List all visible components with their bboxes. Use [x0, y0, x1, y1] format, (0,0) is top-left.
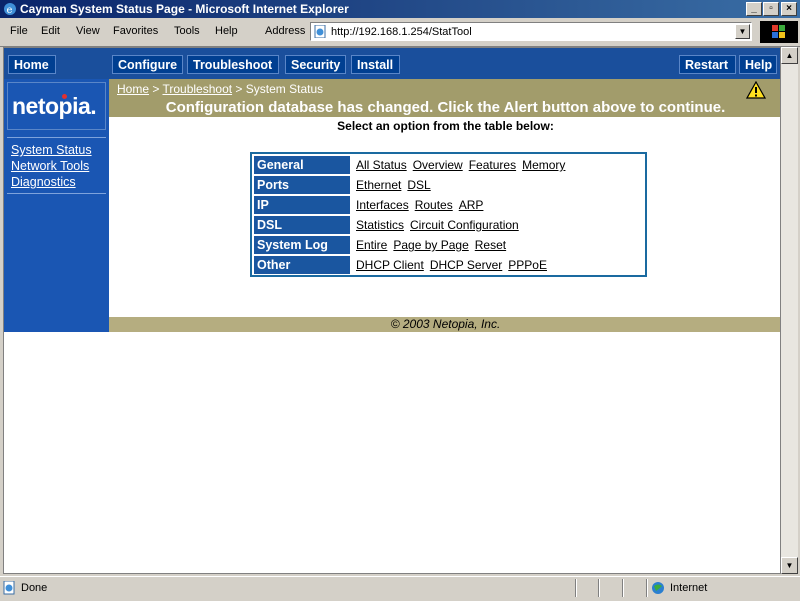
nav-help-button[interactable]: Help [739, 55, 777, 74]
window-title: Cayman System Status Page - Microsoft In… [20, 2, 349, 16]
sidebar-item-system-status[interactable]: System Status [11, 143, 92, 157]
top-nav: Home Configure Troubleshoot Security Ins… [4, 48, 780, 79]
instruction-text: Select an option from the table below: [337, 119, 554, 133]
svg-text:e: e [7, 5, 13, 16]
table-row: DSL Statistics Circuit Configuration [254, 216, 645, 234]
breadcrumb-home-link[interactable]: Home [117, 82, 149, 96]
alert-warning-icon[interactable] [746, 81, 766, 99]
link-dsl-port[interactable]: DSL [407, 178, 430, 192]
logo-text: netopia. [12, 93, 97, 119]
scroll-up-icon[interactable]: ▲ [781, 47, 798, 64]
sidebar-divider [7, 137, 106, 138]
table-row: System Log Entire Page by Page Reset [254, 236, 645, 254]
link-arp[interactable]: ARP [459, 198, 484, 212]
link-ethernet[interactable]: Ethernet [356, 178, 401, 192]
status-bar: Done Internet [0, 576, 800, 601]
link-pppoe[interactable]: PPPoE [508, 258, 547, 272]
page-icon [314, 25, 326, 38]
main-content: Home > Troubleshoot > System Status Conf… [109, 79, 780, 332]
sidebar: netopia. System Status Network Tools Dia… [4, 79, 109, 332]
menu-help[interactable]: Help [215, 25, 238, 37]
row-category: DSL [254, 216, 350, 234]
nav-configure-button[interactable]: Configure [112, 55, 183, 74]
link-routes[interactable]: Routes [415, 198, 453, 212]
close-button[interactable]: × [781, 2, 797, 16]
table-row: General All Status Overview Features Memory [254, 156, 645, 174]
nav-troubleshoot-button[interactable]: Troubleshoot [187, 55, 279, 74]
menu-view[interactable]: View [76, 25, 100, 37]
status-divider [622, 579, 624, 597]
breadcrumb-sep: > [232, 82, 246, 96]
nav-home-button[interactable]: Home [8, 55, 56, 74]
row-category: IP [254, 196, 350, 214]
row-links: Ethernet DSL [356, 176, 437, 194]
breadcrumb-troubleshoot-link[interactable]: Troubleshoot [162, 82, 232, 96]
sidebar-item-network-tools[interactable]: Network Tools [11, 159, 89, 173]
security-zone: Internet [670, 582, 708, 594]
menu-tools[interactable]: Tools [174, 25, 200, 37]
menu-favorites[interactable]: Favorites [113, 25, 158, 37]
link-entire[interactable]: Entire [356, 238, 387, 252]
status-divider [646, 579, 648, 597]
table-row: Ports Ethernet DSL [254, 176, 645, 194]
alert-message: Configuration database has changed. Clic… [165, 99, 726, 116]
netopia-logo: netopia. [7, 82, 106, 130]
status-divider [598, 579, 600, 597]
page-done-icon [3, 581, 15, 595]
vertical-scrollbar[interactable]: ▲ ▼ [781, 47, 798, 574]
link-dhcp-server[interactable]: DHCP Server [430, 258, 502, 272]
page-viewport: Home Configure Troubleshoot Security Ins… [3, 47, 781, 574]
link-overview[interactable]: Overview [413, 158, 463, 172]
internet-zone-icon [652, 582, 664, 594]
row-category: System Log [254, 236, 350, 254]
link-page-by-page[interactable]: Page by Page [393, 238, 468, 252]
nav-restart-button[interactable]: Restart [679, 55, 736, 74]
row-category: General [254, 156, 350, 174]
link-reset[interactable]: Reset [475, 238, 506, 252]
link-interfaces[interactable]: Interfaces [356, 198, 409, 212]
sidebar-divider [7, 193, 106, 194]
table-row: Other DHCP Client DHCP Server PPPoE [254, 256, 645, 274]
menu-edit[interactable]: Edit [41, 25, 60, 37]
maximize-button[interactable]: ▫ [763, 2, 779, 16]
alert-band: Home > Troubleshoot > System Status Conf… [109, 79, 780, 117]
link-features[interactable]: Features [469, 158, 516, 172]
ie-icon: e [4, 3, 16, 16]
options-table: General All Status Overview Features Memory… [250, 152, 647, 277]
nav-security-button[interactable]: Security [285, 55, 346, 74]
status-text: Done [21, 582, 48, 594]
address-dropdown-icon[interactable]: ▼ [735, 24, 750, 39]
scroll-down-icon[interactable]: ▼ [781, 557, 798, 574]
row-links: Interfaces Routes ARP [356, 196, 489, 214]
nav-install-button[interactable]: Install [351, 55, 400, 74]
table-row: IP Interfaces Routes ARP [254, 196, 645, 214]
row-links: Statistics Circuit Configuration [356, 216, 525, 234]
row-category: Other [254, 256, 350, 274]
address-url[interactable]: http://192.168.1.254/StatTool [331, 26, 472, 38]
link-circuit-configuration[interactable]: Circuit Configuration [410, 218, 519, 232]
row-category: Ports [254, 176, 350, 194]
copyright-footer: © 2003 Netopia, Inc. [109, 317, 780, 332]
status-divider [575, 579, 577, 597]
breadcrumb-current: System Status [245, 82, 324, 96]
row-links: Entire Page by Page Reset [356, 236, 512, 254]
row-links: All Status Overview Features Memory [356, 156, 571, 174]
link-dhcp-client[interactable]: DHCP Client [356, 258, 424, 272]
minimize-button[interactable]: _ [746, 2, 762, 16]
breadcrumb-sep: > [149, 82, 163, 96]
title-bar: e Cayman System Status Page - Microsoft … [0, 0, 800, 18]
link-statistics[interactable]: Statistics [356, 218, 404, 232]
address-label: Address [265, 25, 306, 37]
menu-file[interactable]: File [10, 25, 28, 37]
row-links: DHCP Client DHCP Server PPPoE [356, 256, 553, 274]
logo-dot [62, 94, 67, 99]
sidebar-item-diagnostics[interactable]: Diagnostics [11, 175, 76, 189]
breadcrumb: Home > Troubleshoot > System Status [117, 82, 323, 96]
link-all-status[interactable]: All Status [356, 158, 407, 172]
link-memory[interactable]: Memory [522, 158, 565, 172]
address-bar[interactable]: http://192.168.1.254/StatTool ▼ [310, 22, 752, 41]
windows-logo-icon [760, 21, 798, 43]
